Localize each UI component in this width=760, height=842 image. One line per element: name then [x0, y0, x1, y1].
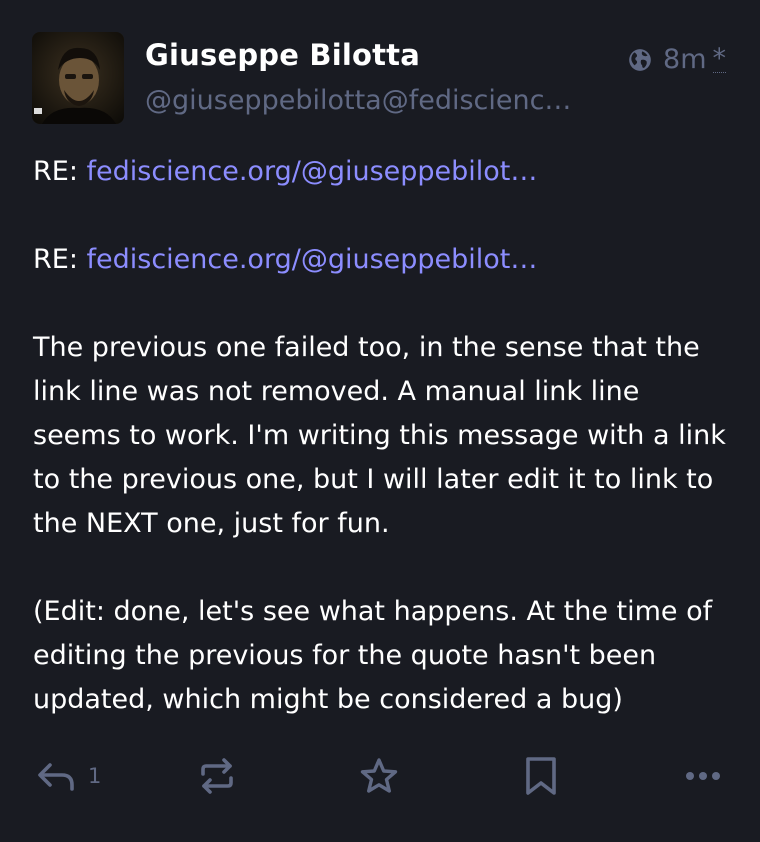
status-content: RE: fediscience.org/@giuseppebilot… RE: … — [33, 150, 733, 722]
status-card: Giuseppe Bilotta @giuseppebilotta@fedisc… — [0, 0, 760, 842]
reply-icon — [38, 763, 74, 791]
globe-icon — [629, 48, 651, 71]
display-name[interactable]: Giuseppe Bilotta — [145, 38, 420, 72]
action-bar: 1 — [0, 752, 760, 800]
quote-line-2: RE: fediscience.org/@giuseppebilot… — [33, 238, 733, 282]
more-button[interactable] — [684, 752, 722, 800]
boost-button[interactable] — [198, 752, 236, 800]
avatar-image — [32, 32, 124, 124]
timestamp[interactable]: 8m — [663, 44, 706, 75]
body-paragraph-1: The previous one failed too, in the sens… — [33, 332, 726, 539]
re-prefix: RE: — [33, 156, 87, 187]
body-paragraph-2: (Edit: done, let's see what happens. At … — [33, 596, 713, 715]
quote-link-1[interactable]: fediscience.org/@giuseppebilot… — [87, 156, 538, 187]
re-prefix: RE: — [33, 244, 87, 275]
bookmark-button[interactable] — [523, 752, 559, 800]
account-handle[interactable]: @giuseppebilotta@fediscienc… — [145, 85, 585, 116]
favourite-button[interactable] — [359, 752, 399, 800]
quote-line-1: RE: fediscience.org/@giuseppebilot… — [33, 150, 733, 194]
star-icon — [360, 758, 398, 793]
boost-icon — [201, 758, 233, 794]
avatar[interactable] — [32, 32, 124, 124]
status-meta: 8m * — [627, 44, 726, 75]
more-icon — [686, 772, 720, 780]
reply-button[interactable]: 1 — [36, 752, 101, 800]
bookmark-icon — [526, 757, 556, 795]
edited-marker[interactable]: * — [712, 45, 726, 73]
reply-count: 1 — [88, 764, 102, 788]
quote-link-2[interactable]: fediscience.org/@giuseppebilot… — [87, 244, 538, 275]
